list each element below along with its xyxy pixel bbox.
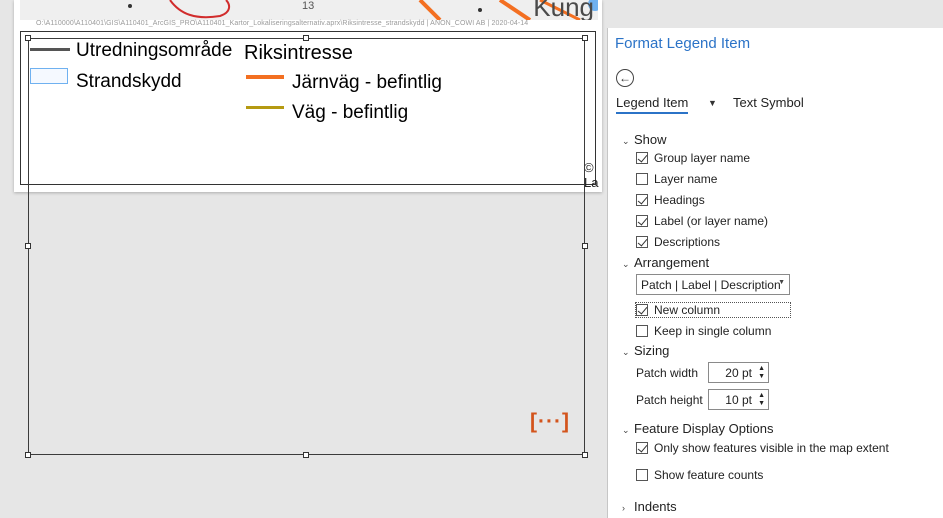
spin-down-icon[interactable]: ▼	[758, 373, 765, 380]
patch-width-label: Patch width	[636, 366, 699, 380]
checkbox-group-layer-name[interactable]	[636, 152, 648, 164]
map-label-road-number: 13	[302, 0, 315, 12]
format-legend-item-pane: Format Legend Item ← Legend Item ▼ Text …	[607, 28, 943, 518]
copyright-text: © La	[584, 160, 599, 190]
map-label-place: Kung	[533, 0, 594, 20]
pane-title: Format Legend Item	[615, 35, 751, 52]
option-label-or-layer-name[interactable]: Label (or layer name)	[636, 214, 768, 228]
section-indents[interactable]: › Indents	[622, 499, 677, 514]
chevron-down-icon: ⌄	[622, 425, 630, 435]
chevron-down-icon: ⌄	[622, 136, 630, 146]
resize-handle-bottom-middle[interactable]	[303, 452, 309, 458]
option-label: Group layer name	[654, 151, 751, 165]
chevron-down-icon: ⌄	[622, 347, 630, 357]
checkbox-new-column[interactable]	[636, 304, 648, 316]
option-show-feature-counts[interactable]: Show feature counts	[636, 468, 763, 482]
option-group-layer-name[interactable]: Group layer name	[636, 151, 750, 165]
option-label: Show feature counts	[654, 468, 764, 482]
map-source-path-text: O:\A110000\A110401\GIS\A110401_ArcGIS_PR…	[36, 20, 529, 27]
map-frame-preview[interactable]: 13 Kung	[20, 0, 598, 20]
back-arrow-icon[interactable]: ←	[616, 69, 634, 87]
option-label: Headings	[654, 193, 705, 207]
section-arrangement[interactable]: ⌄ Arrangement	[622, 255, 709, 270]
chevron-down-icon: ⌄	[622, 259, 630, 269]
section-show-label: Show	[634, 132, 667, 147]
arrangement-select[interactable]: Patch | Label | Description ▼	[636, 274, 790, 295]
resize-handle-top-middle[interactable]	[303, 35, 309, 41]
patch-height-value: 10 pt	[725, 393, 752, 407]
layout-canvas[interactable]: 13 Kung O:\A110000\A110401\GIS\A110401_A…	[0, 0, 608, 518]
checkbox-layer-name[interactable]	[636, 173, 648, 185]
spin-up-icon[interactable]: ▲	[758, 392, 765, 399]
section-sizing[interactable]: ⌄ Sizing	[622, 343, 669, 358]
option-label: New column	[654, 303, 721, 317]
section-sizing-label: Sizing	[634, 343, 670, 358]
option-new-column[interactable]: New column	[636, 303, 720, 317]
option-only-visible-features[interactable]: Only show features visible in the map ex…	[636, 441, 889, 455]
resize-handle-top-right[interactable]	[582, 35, 588, 41]
chevron-right-icon: ›	[622, 503, 625, 513]
resize-handle-middle-right[interactable]	[582, 243, 588, 249]
section-feature-display-options[interactable]: ⌄ Feature Display Options	[622, 421, 773, 436]
patch-width-value: 20 pt	[725, 366, 752, 380]
checkbox-show-feature-counts[interactable]	[636, 469, 648, 481]
overflow-indicator[interactable]: [···]	[530, 410, 570, 434]
option-descriptions[interactable]: Descriptions	[636, 235, 720, 249]
option-label: Only show features visible in the map ex…	[654, 441, 889, 455]
checkbox-label[interactable]	[636, 215, 648, 227]
option-headings[interactable]: Headings	[636, 193, 705, 207]
checkbox-headings[interactable]	[636, 194, 648, 206]
section-indents-label: Indents	[634, 499, 677, 514]
option-label: Layer name	[654, 172, 718, 186]
section-show[interactable]: ⌄ Show	[622, 132, 667, 147]
dropdown-arrow-icon: ▼	[778, 279, 785, 286]
resize-handle-bottom-right[interactable]	[582, 452, 588, 458]
spin-down-icon[interactable]: ▼	[758, 400, 765, 407]
patch-height-label: Patch height	[636, 393, 703, 407]
checkbox-keep-single-column[interactable]	[636, 325, 648, 337]
legend-selection-box[interactable]	[28, 38, 585, 455]
spin-up-icon[interactable]: ▲	[758, 365, 765, 372]
patch-width-stepper[interactable]: 20 pt ▲ ▼	[708, 362, 769, 383]
resize-handle-bottom-left[interactable]	[25, 452, 31, 458]
option-layer-name[interactable]: Layer name	[636, 172, 717, 186]
section-feature-display-label: Feature Display Options	[634, 421, 774, 436]
arrangement-selected-value: Patch | Label | Description	[641, 278, 781, 292]
checkbox-only-visible-features[interactable]	[636, 442, 648, 454]
tab-text-symbol[interactable]: Text Symbol	[733, 95, 804, 110]
section-arrangement-label: Arrangement	[634, 255, 710, 270]
option-label: Label (or layer name)	[654, 214, 769, 228]
chevron-down-icon[interactable]: ▼	[708, 98, 717, 108]
checkbox-descriptions[interactable]	[636, 236, 648, 248]
option-label: Descriptions	[654, 235, 721, 249]
resize-handle-top-left[interactable]	[25, 35, 31, 41]
option-label: Keep in single column	[654, 324, 772, 338]
option-keep-single-column[interactable]: Keep in single column	[636, 324, 771, 338]
tab-legend-item[interactable]: Legend Item	[616, 95, 689, 114]
patch-height-stepper[interactable]: 10 pt ▲ ▼	[708, 389, 769, 410]
resize-handle-middle-left[interactable]	[25, 243, 31, 249]
